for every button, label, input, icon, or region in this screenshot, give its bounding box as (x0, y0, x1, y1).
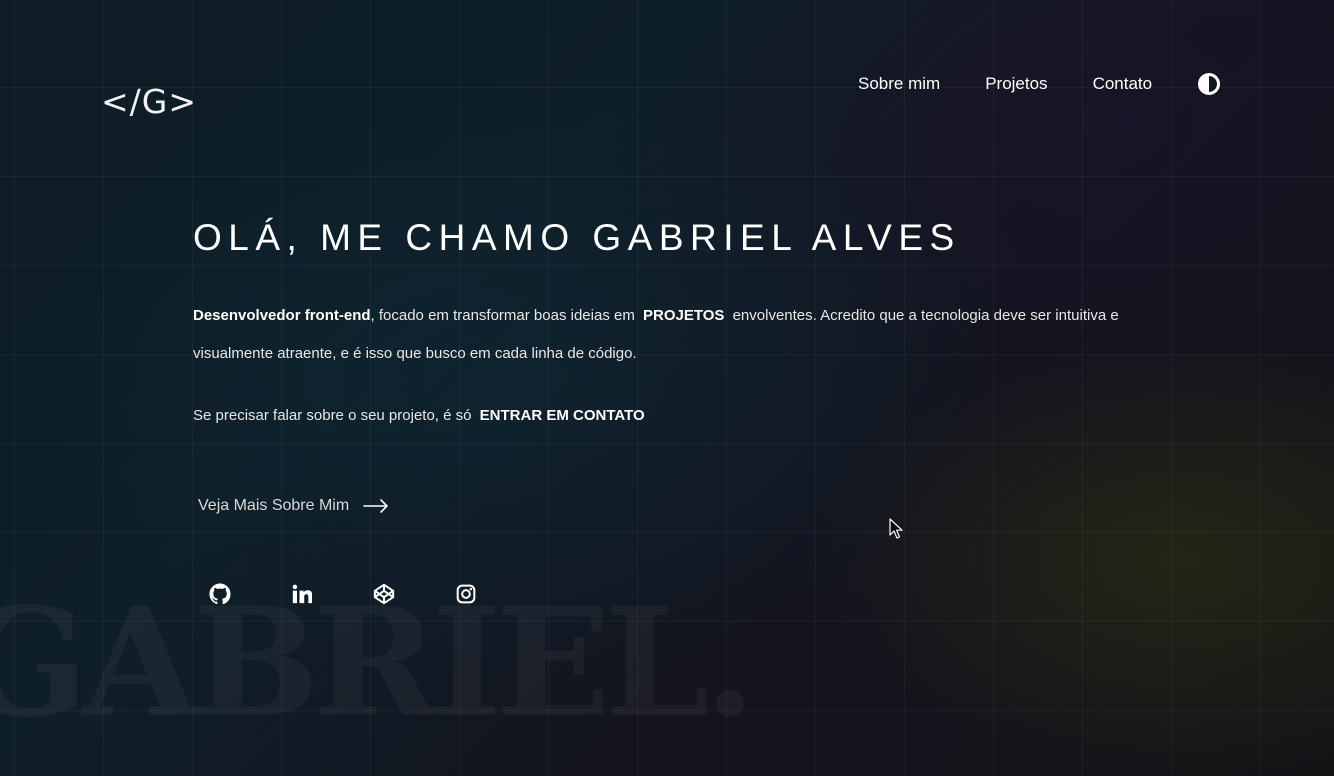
intro-text-1: , focado em transformar boas ideias em (370, 307, 635, 324)
nav-about-link[interactable]: Sobre mim (858, 72, 940, 96)
logo[interactable]: </G> (101, 82, 197, 121)
arrow-right-icon (363, 499, 388, 513)
mouse-cursor-icon (889, 518, 903, 539)
role-text: Desenvolvedor front-end (193, 307, 371, 324)
contact-line: Se precisar falar sobre o seu projeto, é… (193, 397, 645, 435)
theme-toggle-icon[interactable] (1197, 72, 1221, 96)
see-more-about-link[interactable]: Veja Mais Sobre Mim (198, 497, 389, 515)
projects-link[interactable]: PROJETOS (643, 307, 724, 324)
nav-projects-link[interactable]: Projetos (985, 72, 1047, 96)
main-nav: Sobre mim Projetos Contato (858, 72, 1221, 96)
hero-title: OLÁ, ME CHAMO GABRIEL ALVES (193, 217, 961, 258)
linkedin-icon[interactable] (290, 582, 314, 606)
contact-text: Se precisar falar sobre o seu projeto, é… (193, 407, 472, 424)
nav-contact-link[interactable]: Contato (1093, 72, 1153, 96)
background-grid (0, 0, 1334, 776)
see-more-label: Veja Mais Sobre Mim (198, 497, 350, 514)
social-links (208, 582, 536, 606)
hero-intro: Desenvolvedor front-end, focado em trans… (193, 297, 1153, 373)
instagram-icon[interactable] (454, 582, 478, 606)
contact-link[interactable]: ENTRAR EM CONTATO (480, 407, 645, 424)
codepen-icon[interactable] (372, 582, 396, 606)
github-icon[interactable] (208, 582, 232, 606)
